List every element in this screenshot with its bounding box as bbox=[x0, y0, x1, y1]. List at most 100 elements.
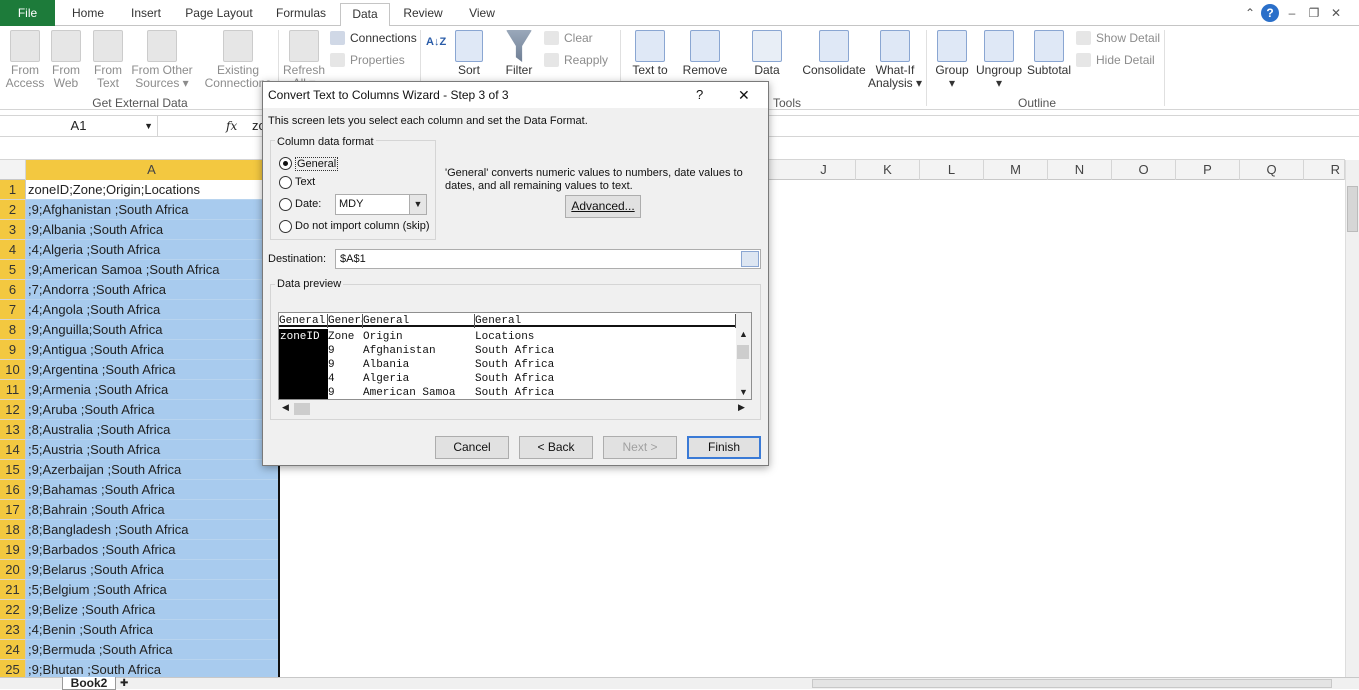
column-header-o[interactable]: O bbox=[1112, 160, 1176, 180]
chevron-down-icon[interactable]: ▼ bbox=[739, 387, 748, 397]
column-header-r[interactable]: R bbox=[1304, 160, 1345, 180]
column-header-p[interactable]: P bbox=[1176, 160, 1240, 180]
column-header-a[interactable]: A bbox=[26, 160, 278, 180]
row-header[interactable]: 3 bbox=[0, 220, 26, 240]
cell-a[interactable]: ;9;Argentina ;South Africa bbox=[26, 360, 278, 380]
row-header[interactable]: 17 bbox=[0, 500, 26, 520]
row-header[interactable]: 14 bbox=[0, 440, 26, 460]
radio-skip[interactable] bbox=[279, 220, 292, 233]
close-icon[interactable]: ✕ bbox=[1327, 4, 1345, 22]
text-to-columns-button[interactable]: Text to bbox=[626, 30, 674, 77]
hide-detail-button[interactable]: Hide Detail bbox=[1076, 51, 1155, 69]
preview-header-col4[interactable]: General bbox=[475, 314, 736, 328]
chevron-down-icon[interactable]: ▼ bbox=[409, 195, 426, 214]
tab-review[interactable]: Review bbox=[398, 3, 448, 25]
radio-text[interactable] bbox=[279, 176, 292, 189]
column-header-k[interactable]: K bbox=[856, 160, 920, 180]
row-header[interactable]: 1 bbox=[0, 180, 26, 200]
chevron-left-icon[interactable]: ◀ bbox=[282, 402, 289, 413]
row-header[interactable]: 12 bbox=[0, 400, 26, 420]
sort-az-icon[interactable]: A↓Z bbox=[426, 36, 446, 49]
ribbon-collapse-icon[interactable]: ⌃ bbox=[1241, 4, 1259, 22]
cancel-button[interactable]: Cancel bbox=[435, 436, 509, 459]
preview-header-col3[interactable]: General bbox=[363, 314, 475, 328]
data-preview-table[interactable]: General General General General zoneID Zo… bbox=[278, 312, 752, 400]
name-box[interactable]: A1 ▼ bbox=[0, 116, 158, 136]
cell-a[interactable]: ;8;Australia ;South Africa bbox=[26, 420, 278, 440]
back-button[interactable]: < Back bbox=[519, 436, 593, 459]
row-header[interactable]: 15 bbox=[0, 460, 26, 480]
row-header[interactable]: 10 bbox=[0, 360, 26, 380]
row-header[interactable]: 9 bbox=[0, 340, 26, 360]
cell-a[interactable]: ;9;Albania ;South Africa bbox=[26, 220, 278, 240]
row-header[interactable]: 13 bbox=[0, 420, 26, 440]
clear-button[interactable]: Clear bbox=[544, 29, 593, 47]
help-icon[interactable]: ? bbox=[1261, 4, 1279, 22]
fx-icon[interactable]: fx bbox=[226, 116, 237, 136]
cell-a[interactable]: ;9;Belarus ;South Africa bbox=[26, 560, 278, 580]
help-icon[interactable]: ? bbox=[696, 82, 703, 108]
from-web-button[interactable]: From Web bbox=[46, 30, 86, 90]
tab-view[interactable]: View bbox=[460, 3, 504, 25]
column-header-m[interactable]: M bbox=[984, 160, 1048, 180]
subtotal-button[interactable]: Subtotal bbox=[1024, 30, 1074, 77]
minimize-icon[interactable]: – bbox=[1283, 4, 1301, 22]
cell-a[interactable]: ;4;Angola ;South Africa bbox=[26, 300, 278, 320]
cell-a[interactable]: ;9;Belize ;South Africa bbox=[26, 600, 278, 620]
row-header[interactable]: 4 bbox=[0, 240, 26, 260]
column-header-q[interactable]: Q bbox=[1240, 160, 1304, 180]
group-button[interactable]: Group ▾ bbox=[930, 30, 974, 90]
select-all[interactable] bbox=[0, 160, 26, 180]
horizontal-scrollbar[interactable] bbox=[812, 679, 1332, 688]
next-button[interactable]: Next > bbox=[603, 436, 677, 459]
scroll-thumb[interactable] bbox=[737, 345, 749, 359]
cell-a[interactable]: ;9;Bermuda ;South Africa bbox=[26, 640, 278, 660]
row-header[interactable]: 16 bbox=[0, 480, 26, 500]
row-header[interactable]: 2 bbox=[0, 200, 26, 220]
show-detail-button[interactable]: Show Detail bbox=[1076, 29, 1160, 47]
row-header[interactable]: 6 bbox=[0, 280, 26, 300]
data-validation-button[interactable]: Data bbox=[742, 30, 792, 77]
cell-a[interactable]: ;5;Belgium ;South Africa bbox=[26, 580, 278, 600]
scroll-thumb[interactable] bbox=[294, 403, 310, 415]
radio-text-label[interactable]: Text bbox=[295, 176, 315, 188]
cell-a[interactable]: ;4;Benin ;South Africa bbox=[26, 620, 278, 640]
from-access-button[interactable]: From Access bbox=[4, 30, 46, 90]
remove-duplicates-button[interactable]: Remove bbox=[680, 30, 730, 77]
chevron-down-icon[interactable]: ▼ bbox=[144, 116, 153, 136]
cell-a[interactable]: ;8;Bahrain ;South Africa bbox=[26, 500, 278, 520]
cell-a[interactable]: ;9;Armenia ;South Africa bbox=[26, 380, 278, 400]
cell-a[interactable]: ;8;Bangladesh ;South Africa bbox=[26, 520, 278, 540]
chevron-up-icon[interactable]: ▲ bbox=[739, 329, 748, 339]
tab-data[interactable]: Data bbox=[340, 3, 390, 27]
row-header[interactable]: 24 bbox=[0, 640, 26, 660]
cell-a[interactable]: ;9;Antigua ;South Africa bbox=[26, 340, 278, 360]
cell-a[interactable]: ;5;Austria ;South Africa bbox=[26, 440, 278, 460]
tab-home[interactable]: Home bbox=[66, 3, 110, 25]
connections-button[interactable]: Connections bbox=[330, 29, 417, 47]
from-text-button[interactable]: From Text bbox=[88, 30, 128, 90]
column-header-n[interactable]: N bbox=[1048, 160, 1112, 180]
tab-page-layout[interactable]: Page Layout bbox=[182, 3, 256, 25]
row-header[interactable]: 5 bbox=[0, 260, 26, 280]
ungroup-button[interactable]: Ungroup ▾ bbox=[974, 30, 1024, 90]
preview-vertical-scrollbar[interactable]: ▲ ▼ bbox=[736, 313, 751, 399]
row-header[interactable]: 19 bbox=[0, 540, 26, 560]
preview-header-col1[interactable]: General bbox=[279, 314, 328, 328]
row-header[interactable]: 21 bbox=[0, 580, 26, 600]
row-header[interactable]: 20 bbox=[0, 560, 26, 580]
cell-a[interactable]: ;9;Barbados ;South Africa bbox=[26, 540, 278, 560]
chevron-right-icon[interactable]: ▶ bbox=[738, 402, 745, 413]
preview-horizontal-scrollbar[interactable]: ◀ ▶ bbox=[278, 402, 752, 416]
scroll-thumb[interactable] bbox=[1347, 186, 1358, 232]
properties-button[interactable]: Properties bbox=[330, 51, 405, 69]
cell-a[interactable]: zoneID;Zone;Origin;Locations bbox=[26, 180, 278, 200]
cell-a[interactable]: ;9;Aruba ;South Africa bbox=[26, 400, 278, 420]
restore-icon[interactable]: ❐ bbox=[1305, 4, 1323, 22]
consolidate-button[interactable]: Consolidate bbox=[802, 30, 866, 77]
from-other-sources-button[interactable]: From Other Sources ▾ bbox=[128, 30, 196, 90]
cell-a[interactable]: ;9;American Samoa ;South Africa bbox=[26, 260, 278, 280]
advanced-button[interactable]: Advanced... bbox=[565, 195, 641, 218]
row-header[interactable]: 22 bbox=[0, 600, 26, 620]
tab-file[interactable]: File bbox=[0, 0, 55, 26]
